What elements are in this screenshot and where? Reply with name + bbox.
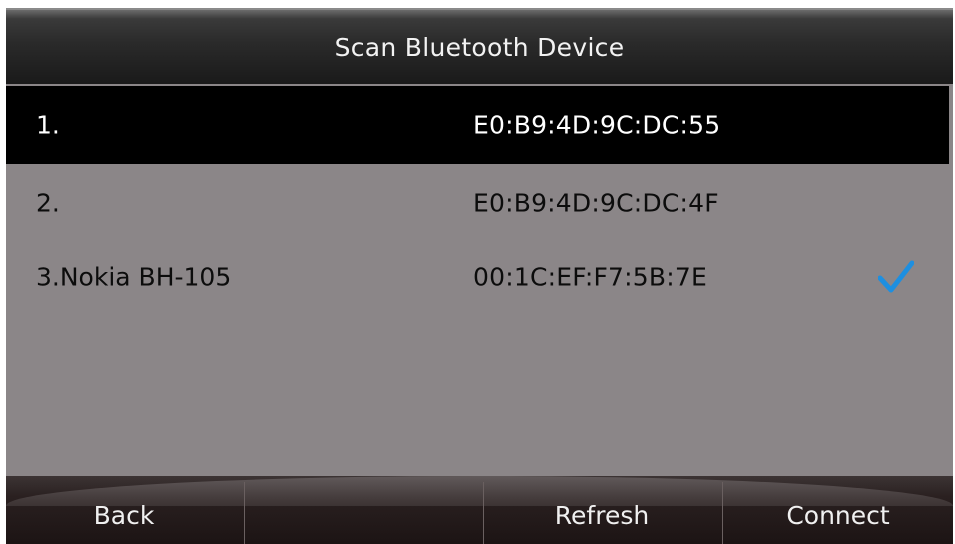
device-row-3[interactable]: 3.Nokia BH-105 00:1C:EF:F7:5B:7E <box>6 238 949 316</box>
refresh-button-label: Refresh <box>554 501 650 530</box>
device-name: 1. <box>36 110 60 140</box>
page-title: Scan Bluetooth Device <box>334 32 625 62</box>
device-row-2[interactable]: 2. E0:B9:4D:9C:DC:4F <box>6 164 949 242</box>
refresh-button[interactable]: Refresh <box>484 476 720 544</box>
device-name: 3.Nokia BH-105 <box>36 262 232 292</box>
back-button[interactable]: Back <box>6 476 242 544</box>
checkmark-icon <box>878 260 914 293</box>
title-bar: Scan Bluetooth Device <box>6 8 953 84</box>
bluetooth-scan-screen: Scan Bluetooth Device 1. E0:B9:4D:9C:DC:… <box>0 0 955 544</box>
device-address: E0:B9:4D:9C:DC:55 <box>473 110 721 140</box>
softkey-bar: Back Refresh Connect <box>6 476 953 544</box>
device-address: E0:B9:4D:9C:DC:4F <box>473 188 719 218</box>
connect-button-label: Connect <box>786 501 890 530</box>
softkey-2-button[interactable] <box>245 476 481 544</box>
back-button-label: Back <box>93 501 155 530</box>
connect-button[interactable]: Connect <box>723 476 953 544</box>
device-row-1[interactable]: 1. E0:B9:4D:9C:DC:55 <box>6 86 949 164</box>
device-address: 00:1C:EF:F7:5B:7E <box>473 262 707 292</box>
device-name: 2. <box>36 188 60 218</box>
